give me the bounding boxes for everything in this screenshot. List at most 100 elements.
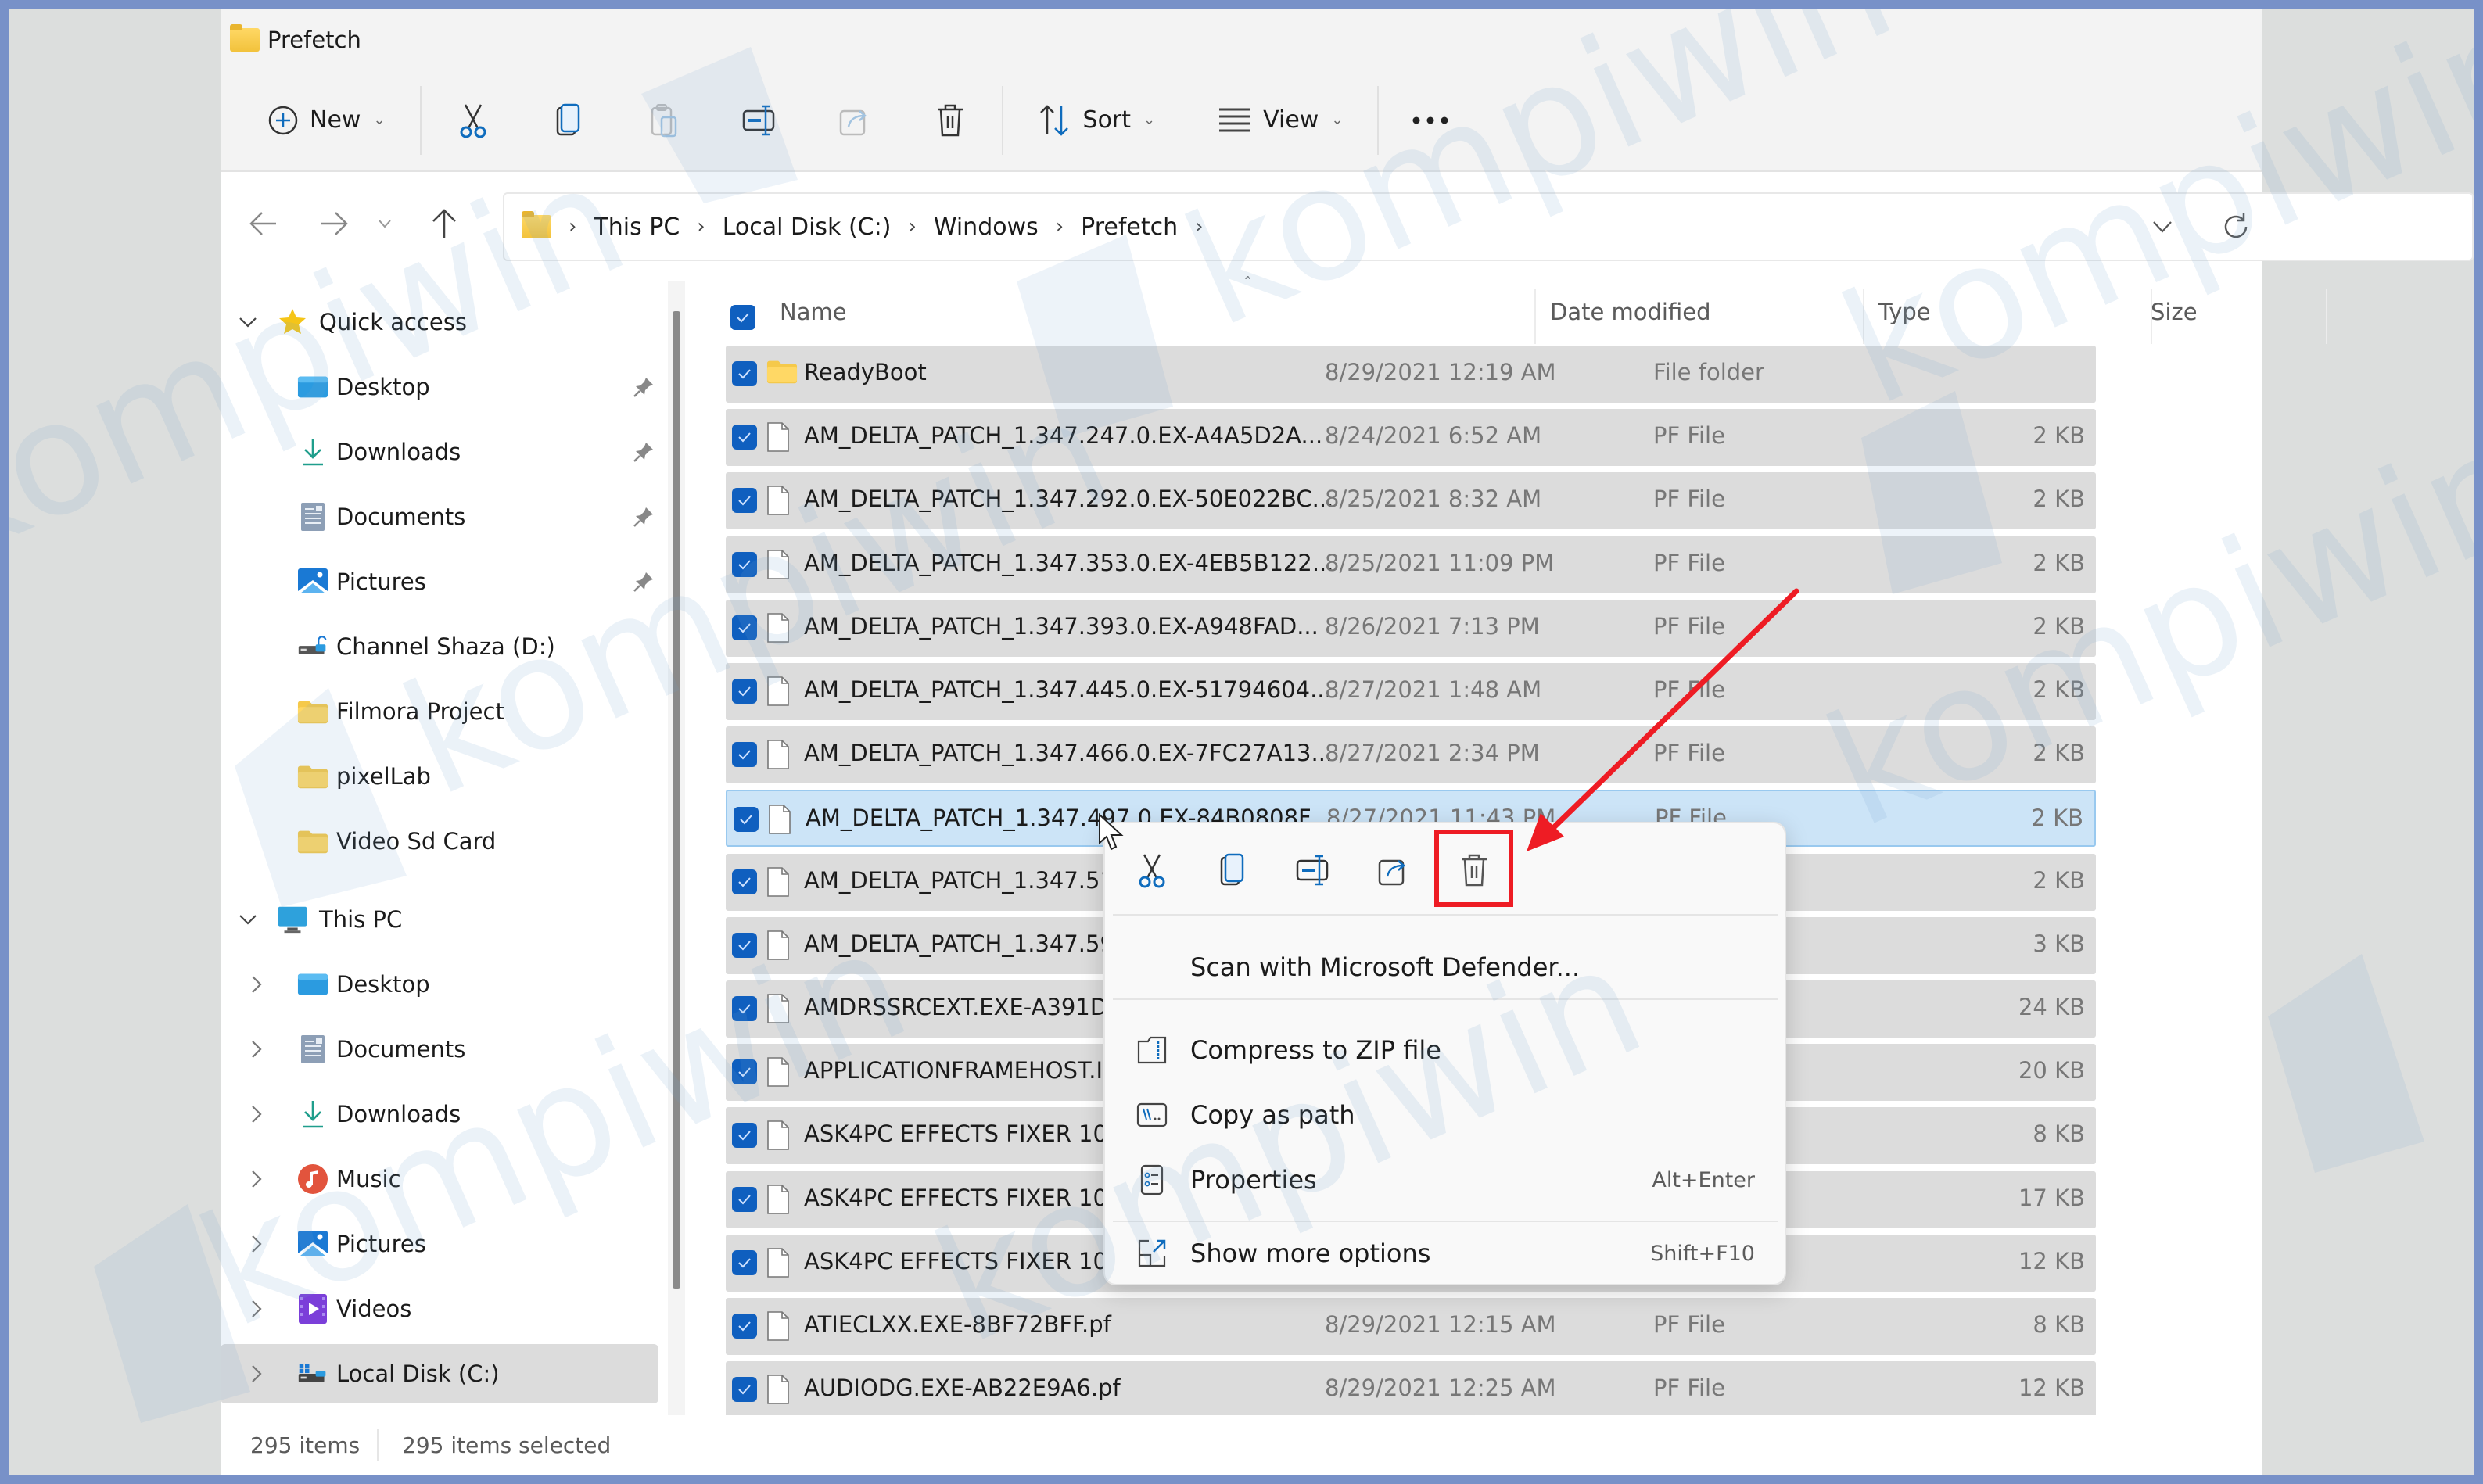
column-divider[interactable] bbox=[2326, 289, 2327, 344]
context-rename-button[interactable] bbox=[1282, 839, 1344, 902]
sidebar-item-pictures[interactable]: Pictures bbox=[221, 552, 658, 611]
sort-button[interactable]: Sort ⌄ bbox=[1022, 88, 1172, 153]
paste-button[interactable] bbox=[631, 88, 697, 153]
row-checkbox[interactable] bbox=[732, 361, 757, 386]
file-row[interactable]: AM_DELTA_PATCH_1.347.466.0.EX-7FC27A13..… bbox=[726, 726, 2096, 784]
file-row[interactable]: AM_DELTA_PATCH_1.347.445.0.EX-51794604..… bbox=[726, 663, 2096, 720]
sidebar-item-desktop[interactable]: Desktop bbox=[221, 955, 658, 1014]
file-row[interactable]: AM_DELTA_PATCH_1.347.292.0.EX-50E022BC..… bbox=[726, 472, 2096, 530]
more-button[interactable] bbox=[1398, 88, 1463, 153]
delete-button[interactable] bbox=[917, 88, 983, 153]
up-button[interactable] bbox=[419, 199, 469, 249]
row-checkbox[interactable] bbox=[732, 742, 757, 768]
column-header-type[interactable]: Type bbox=[1878, 299, 1931, 325]
row-checkbox[interactable] bbox=[732, 425, 757, 450]
row-checkbox[interactable] bbox=[732, 1377, 757, 1403]
row-checkbox[interactable] bbox=[734, 807, 759, 833]
chevron-right-icon[interactable] bbox=[250, 1299, 274, 1319]
recent-locations-button[interactable] bbox=[369, 199, 400, 249]
context-cut-button[interactable] bbox=[1121, 839, 1183, 902]
row-checkbox[interactable] bbox=[732, 1186, 757, 1212]
row-checkbox[interactable] bbox=[732, 1314, 757, 1339]
menu-item-copy-as-path[interactable]: Copy as path bbox=[1105, 1084, 1785, 1146]
sidebar-item-music[interactable]: Music bbox=[221, 1149, 658, 1209]
sidebar-item-pictures[interactable]: Pictures bbox=[221, 1214, 658, 1274]
pin-icon[interactable] bbox=[632, 375, 655, 399]
row-checkbox[interactable] bbox=[732, 996, 757, 1021]
menu-item-show-more-options[interactable]: Show more options Shift+F10 bbox=[1105, 1222, 1785, 1285]
row-checkbox[interactable] bbox=[732, 679, 757, 704]
scrollbar-thumb[interactable] bbox=[673, 311, 680, 1289]
sidebar-item-downloads[interactable]: Downloads bbox=[221, 1084, 658, 1144]
column-divider[interactable] bbox=[1534, 289, 1536, 344]
row-checkbox[interactable] bbox=[732, 1123, 757, 1149]
row-checkbox[interactable] bbox=[732, 1059, 757, 1085]
chevron-right-icon[interactable] bbox=[250, 1039, 274, 1059]
sidebar-item-video-sd-card[interactable]: Video Sd Card bbox=[221, 812, 658, 871]
view-button[interactable]: View ⌄ bbox=[1202, 88, 1358, 153]
chevron-right-icon[interactable] bbox=[250, 974, 274, 995]
menu-item-compress-zip[interactable]: Compress to ZIP file bbox=[1105, 1019, 1785, 1081]
forward-button[interactable] bbox=[310, 199, 360, 249]
new-button[interactable]: New ⌄ bbox=[252, 88, 401, 153]
breadcrumb-local-disk[interactable]: Local Disk (C:) bbox=[723, 213, 892, 241]
sidebar-this-pc[interactable]: This PC bbox=[221, 890, 658, 949]
sidebar-item-desktop[interactable]: Desktop bbox=[221, 357, 658, 417]
chevron-right-icon[interactable] bbox=[250, 1169, 274, 1189]
pin-icon[interactable] bbox=[632, 570, 655, 593]
menu-divider bbox=[1113, 914, 1778, 916]
selected-count: 295 items selected bbox=[402, 1432, 612, 1458]
sidebar-item-documents[interactable]: Documents bbox=[221, 487, 658, 547]
chevron-right-icon[interactable] bbox=[250, 1364, 274, 1384]
context-copy-button[interactable] bbox=[1201, 839, 1264, 902]
column-header-date-modified[interactable]: Date modified bbox=[1550, 299, 1711, 325]
chevron-down-icon[interactable] bbox=[238, 913, 261, 926]
file-icon bbox=[766, 485, 790, 516]
file-type: PF File bbox=[1653, 1375, 1725, 1402]
row-checkbox[interactable] bbox=[732, 932, 757, 958]
copy-button[interactable] bbox=[536, 88, 601, 153]
chevron-right-icon[interactable] bbox=[250, 1104, 274, 1124]
menu-item-properties[interactable]: Properties Alt+Enter bbox=[1105, 1149, 1785, 1211]
select-all-checkbox[interactable] bbox=[730, 305, 755, 330]
navigation-pane-scrollbar[interactable] bbox=[668, 281, 685, 1415]
column-divider[interactable] bbox=[1863, 289, 1864, 344]
sidebar-item-local-disk-c[interactable]: Local Disk (C:) bbox=[221, 1344, 658, 1403]
chevron-right-icon[interactable] bbox=[250, 1234, 274, 1254]
row-checkbox[interactable] bbox=[732, 488, 757, 514]
file-row[interactable]: ReadyBoot 8/29/2021 12:19 AM File folder bbox=[726, 346, 2096, 403]
column-header-name[interactable]: Name bbox=[780, 299, 847, 325]
rename-button[interactable] bbox=[727, 88, 792, 153]
sidebar-item-pixellab[interactable]: pixelLab bbox=[221, 747, 658, 806]
sidebar-quick-access[interactable]: Quick access bbox=[221, 292, 658, 352]
file-row[interactable]: AM_DELTA_PATCH_1.347.247.0.EX-A4A5D2A...… bbox=[726, 409, 2096, 467]
breadcrumb-this-pc[interactable]: This PC bbox=[594, 213, 680, 241]
address-history-button[interactable] bbox=[2151, 220, 2173, 234]
file-row[interactable]: AUDIODG.EXE-AB22E9A6.pf 8/29/2021 12:25 A… bbox=[726, 1361, 2096, 1419]
sidebar-item-channel-shaza-d[interactable]: Channel Shaza (D:) bbox=[221, 617, 658, 676]
file-row[interactable]: AM_DELTA_PATCH_1.347.393.0.EX-A948FAD...… bbox=[726, 599, 2096, 657]
share-button[interactable] bbox=[822, 88, 888, 153]
chevron-down-icon[interactable] bbox=[238, 316, 261, 328]
column-header-size[interactable]: Size bbox=[2151, 299, 2198, 325]
row-checkbox[interactable] bbox=[732, 1249, 757, 1275]
sidebar-item-downloads[interactable]: Downloads bbox=[221, 422, 658, 482]
back-button[interactable] bbox=[238, 199, 288, 249]
row-checkbox[interactable] bbox=[732, 551, 757, 577]
row-checkbox[interactable] bbox=[732, 615, 757, 640]
annotation-highlight-box bbox=[1434, 830, 1513, 907]
pin-icon[interactable] bbox=[632, 440, 655, 464]
sidebar-item-documents[interactable]: Documents bbox=[221, 1020, 658, 1079]
pin-icon[interactable] bbox=[632, 505, 655, 529]
sidebar-item-filmora-project[interactable]: Filmora Project bbox=[221, 682, 658, 741]
file-row[interactable]: ATIECLXX.EXE-8BF72BFF.pf 8/29/2021 12:15 … bbox=[726, 1298, 2096, 1355]
sidebar-item-videos[interactable]: Videos bbox=[221, 1279, 658, 1339]
context-share-button[interactable] bbox=[1362, 839, 1425, 902]
file-row[interactable]: AM_DELTA_PATCH_1.347.353.0.EX-4EB5B122..… bbox=[726, 536, 2096, 593]
breadcrumb-prefetch[interactable]: Prefetch bbox=[1081, 213, 1178, 241]
refresh-button[interactable] bbox=[2220, 211, 2252, 242]
breadcrumb-windows[interactable]: Windows bbox=[934, 213, 1039, 241]
row-checkbox[interactable] bbox=[732, 869, 757, 894]
cut-button[interactable] bbox=[440, 88, 506, 153]
menu-item-scan-defender[interactable]: Scan with Microsoft Defender... bbox=[1105, 936, 1785, 998]
